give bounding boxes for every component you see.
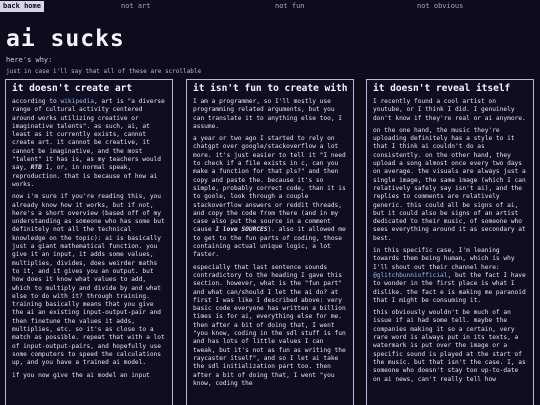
scroll-note: just in case i'll say that all of these … <box>6 68 202 75</box>
section-heading: it isn't fun to create with <box>193 83 348 94</box>
top-nav: back home not art not fun not obvious <box>0 0 540 13</box>
section-paragraph: on the one hand, the music they're uploa… <box>373 126 526 242</box>
back-home-link[interactable]: back home <box>0 1 44 12</box>
section-paragraph: I recently found a cool artist on youtub… <box>373 98 526 122</box>
section-paragraph: I am a programmer, so I'll mostly use pr… <box>193 98 343 130</box>
section-paragraph: according to wikipedia, art is "a divers… <box>12 98 165 188</box>
channel-link[interactable]: @glitchbunniofficial <box>373 272 448 279</box>
emphasis-text: RTB <box>30 164 42 172</box>
emphasis-text: I love SOURCES <box>215 226 268 234</box>
section-not-fun[interactable]: it isn't fun to create with I am a progr… <box>186 79 354 405</box>
section-not-art[interactable]: it doesn't create art according to wikip… <box>5 79 173 405</box>
nav-link-not-obvious[interactable]: not obvious <box>417 0 463 13</box>
section-paragraph: now i'm sure if you're reading this, you… <box>12 193 165 367</box>
section-heading: it doesn't create art <box>12 83 133 94</box>
section-heading: it doesn't reveal itself <box>373 83 511 94</box>
page-subtitle: here's why: <box>6 56 53 64</box>
page-title: ai sucks <box>6 26 125 52</box>
section-paragraph: especially that last sentence sounds con… <box>193 263 346 387</box>
nav-link-not-art[interactable]: not art <box>121 0 151 13</box>
section-paragraph: a year or two ago I started to rely on c… <box>193 135 346 259</box>
section-not-obvious[interactable]: it doesn't reveal itself I recently foun… <box>366 79 534 405</box>
section-paragraph: if you now give the ai model an input <box>12 371 150 379</box>
wikipedia-link[interactable]: wikipedia <box>60 98 94 105</box>
section-paragraph: this obviously wouldn't be much of an is… <box>373 309 526 383</box>
section-paragraph: in this specific case, I'm leaning towar… <box>373 247 526 304</box>
nav-link-not-fun[interactable]: not fun <box>275 0 305 13</box>
